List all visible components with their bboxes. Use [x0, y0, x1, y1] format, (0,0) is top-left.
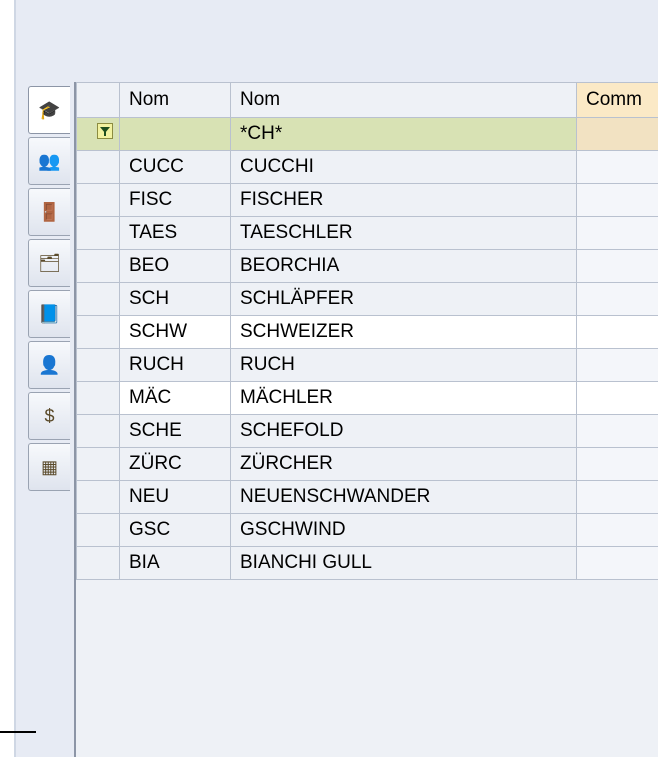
cell-name[interactable]: MÄCHLER [230, 381, 577, 415]
sidebar-tab-person[interactable]: 👤 [28, 341, 70, 389]
row-selector[interactable] [76, 480, 120, 514]
data-grid: Nom Nom Comm *CH* CUCC CUCCHI FISC FISCHER T… [76, 82, 658, 757]
cell-comment[interactable] [576, 282, 658, 316]
cell-comment[interactable] [576, 315, 658, 349]
cell-short-name[interactable]: SCHE [119, 414, 231, 448]
cell-comment[interactable] [576, 513, 658, 547]
sidebar-tab-table[interactable]: ▦ [28, 443, 70, 491]
cell-short-name[interactable]: CUCC [119, 150, 231, 184]
sidebar-tab-book[interactable]: 📘 [28, 290, 70, 338]
filter-cell-short-name[interactable] [119, 117, 231, 151]
column-header-short-name[interactable]: Nom [119, 82, 231, 118]
filter-row: *CH* [76, 117, 658, 151]
table-row[interactable]: NEU NEUENSCHWANDER [76, 480, 658, 514]
cell-comment[interactable] [576, 216, 658, 250]
grid-table: Nom Nom Comm *CH* CUCC CUCCHI FISC FISCHER T… [76, 82, 658, 580]
cell-comment[interactable] [576, 546, 658, 580]
cell-name[interactable]: BEORCHIA [230, 249, 577, 283]
cell-name[interactable]: RUCH [230, 348, 577, 382]
rooms-icon: 🗂 [38, 252, 61, 273]
row-selector[interactable] [76, 381, 120, 415]
cell-name[interactable]: TAESCHLER [230, 216, 577, 250]
cell-short-name[interactable]: RUCH [119, 348, 231, 382]
table-row[interactable]: BIA BIANCHI GULL [76, 546, 658, 580]
cell-short-name[interactable]: FISC [119, 183, 231, 217]
table-row[interactable]: GSC GSCHWIND [76, 513, 658, 547]
cell-short-name[interactable]: BEO [119, 249, 231, 283]
sidebar-tab-dollar[interactable]: $ [28, 392, 70, 440]
cell-comment[interactable] [576, 183, 658, 217]
sidebar-tab-rooms[interactable]: 🗂 [28, 239, 70, 287]
row-selector[interactable] [76, 414, 120, 448]
table-row[interactable]: SCHE SCHEFOLD [76, 414, 658, 448]
cell-short-name[interactable]: BIA [119, 546, 231, 580]
filter-row-selector[interactable] [76, 117, 120, 151]
cell-name[interactable]: SCHWEIZER [230, 315, 577, 349]
dollar-icon: $ [44, 405, 55, 426]
row-selector-header[interactable] [76, 82, 120, 118]
cell-name[interactable]: NEUENSCHWANDER [230, 480, 577, 514]
cell-short-name[interactable]: ZÜRC [119, 447, 231, 481]
sidebar-tab-users[interactable]: 👥 [28, 137, 70, 185]
cell-name[interactable]: GSCHWIND [230, 513, 577, 547]
table-row[interactable]: RUCH RUCH [76, 348, 658, 382]
cell-short-name[interactable]: NEU [119, 480, 231, 514]
book-icon: 📘 [38, 303, 61, 324]
row-selector[interactable] [76, 315, 120, 349]
table-row[interactable]: SCHW SCHWEIZER [76, 315, 658, 349]
row-selector[interactable] [76, 282, 120, 316]
table-row[interactable]: FISC FISCHER [76, 183, 658, 217]
cell-name[interactable]: BIANCHI GULL [230, 546, 577, 580]
table-row[interactable]: SCH SCHLÄPFER [76, 282, 658, 316]
cell-comment[interactable] [576, 381, 658, 415]
filter-cell-comment[interactable] [576, 117, 658, 151]
cell-short-name[interactable]: MÄC [119, 381, 231, 415]
row-selector[interactable] [76, 546, 120, 580]
column-header-comment[interactable]: Comm [576, 82, 658, 118]
cell-name[interactable]: SCHEFOLD [230, 414, 577, 448]
window-left-edge [0, 0, 14, 757]
row-selector[interactable] [76, 348, 120, 382]
column-header-name[interactable]: Nom [230, 82, 577, 118]
row-selector[interactable] [76, 216, 120, 250]
row-selector[interactable] [76, 150, 120, 184]
person-icon: 👤 [38, 354, 61, 375]
cell-comment[interactable] [576, 480, 658, 514]
sidebar-tab-door[interactable]: 🚪 [28, 188, 70, 236]
cell-short-name[interactable]: TAES [119, 216, 231, 250]
divider-line [0, 731, 36, 733]
row-selector[interactable] [76, 513, 120, 547]
table-row[interactable]: BEO BEORCHIA [76, 249, 658, 283]
cell-short-name[interactable]: GSC [119, 513, 231, 547]
table-row[interactable]: ZÜRC ZÜRCHER [76, 447, 658, 481]
graduation-cap-icon: 🎓 [38, 99, 61, 120]
cell-name[interactable]: ZÜRCHER [230, 447, 577, 481]
cell-short-name[interactable]: SCHW [119, 315, 231, 349]
row-selector[interactable] [76, 183, 120, 217]
table-row[interactable]: MÄC MÄCHLER [76, 381, 658, 415]
row-selector[interactable] [76, 447, 120, 481]
toolbar-area [16, 0, 658, 82]
row-selector[interactable] [76, 249, 120, 283]
filter-cell-name[interactable]: *CH* [230, 117, 577, 151]
cell-name[interactable]: CUCCHI [230, 150, 577, 184]
users-icon: 👥 [38, 150, 61, 171]
sidebar-tab-graduation-cap[interactable]: 🎓 [28, 86, 70, 134]
table-row[interactable]: TAES TAESCHLER [76, 216, 658, 250]
filter-icon[interactable] [97, 123, 113, 139]
cell-comment[interactable] [576, 150, 658, 184]
cell-comment[interactable] [576, 249, 658, 283]
cell-short-name[interactable]: SCH [119, 282, 231, 316]
door-icon: 🚪 [38, 201, 61, 222]
cell-name[interactable]: FISCHER [230, 183, 577, 217]
cell-comment[interactable] [576, 348, 658, 382]
cell-name[interactable]: SCHLÄPFER [230, 282, 577, 316]
cell-comment[interactable] [576, 447, 658, 481]
table-row[interactable]: CUCC CUCCHI [76, 150, 658, 184]
cell-comment[interactable] [576, 414, 658, 448]
header-row: Nom Nom Comm [76, 82, 658, 118]
sidebar-tabs: 🎓 👥 🚪 🗂 📘 👤 $ ▦ [28, 86, 70, 494]
table-icon: ▦ [40, 456, 58, 477]
